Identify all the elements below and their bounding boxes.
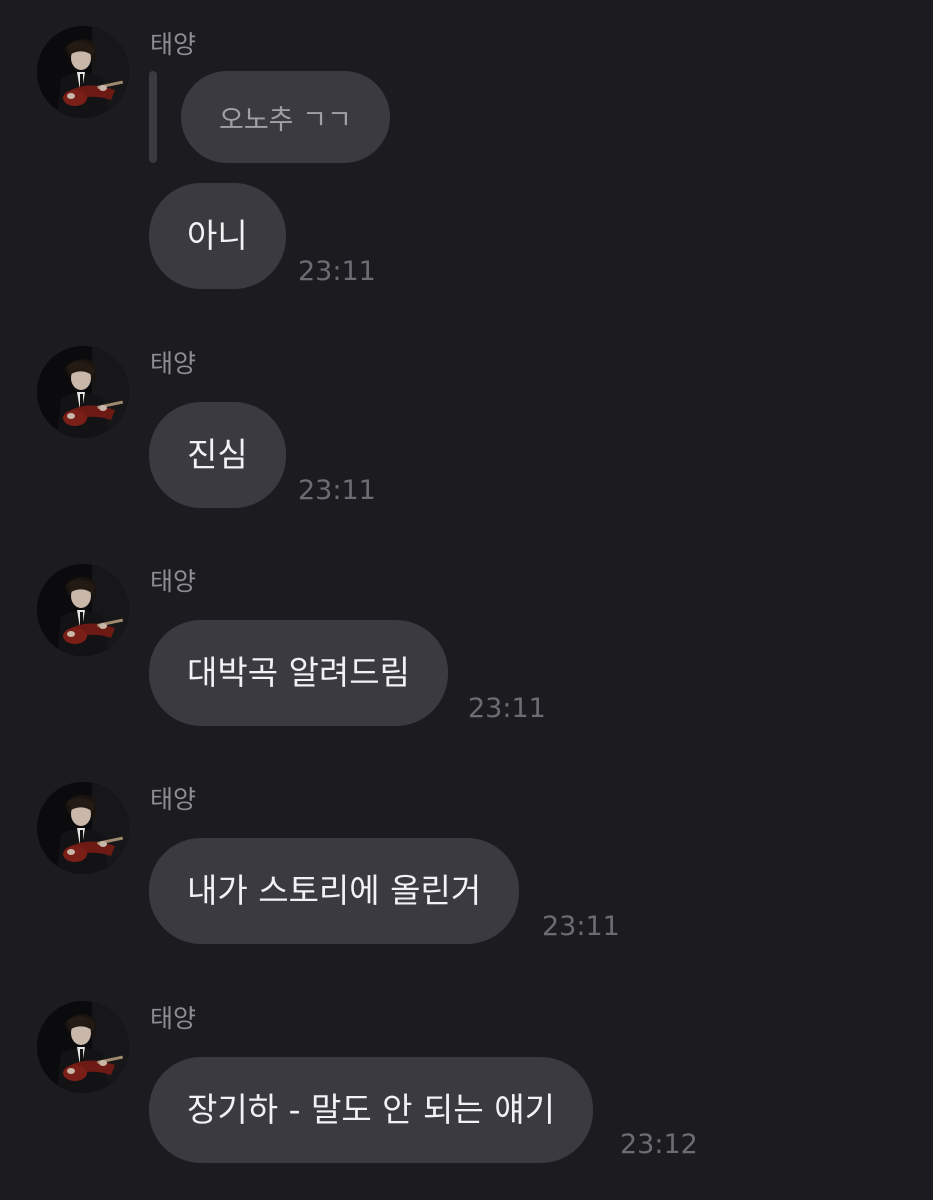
message-bubble[interactable]: 아니 (149, 183, 286, 289)
message-bubble[interactable]: 내가 스토리에 올린거 (149, 838, 520, 944)
profile-photo-icon (37, 1001, 129, 1093)
sender-name: 태양 (150, 567, 197, 596)
message-bubble[interactable]: 대박곡 알려드림 (149, 620, 449, 726)
profile-photo-icon (37, 782, 129, 874)
message-timestamp: 23:12 (620, 1129, 698, 1160)
reply-quote-bar (149, 71, 157, 163)
avatar[interactable] (37, 1001, 129, 1093)
avatar[interactable] (37, 26, 129, 118)
profile-photo-icon (37, 346, 129, 438)
message-timestamp: 23:11 (298, 475, 376, 506)
message-bubble[interactable]: 장기하 - 말도 안 되는 얘기 (149, 1057, 593, 1163)
avatar[interactable] (37, 564, 129, 656)
message-timestamp: 23:11 (298, 256, 376, 287)
message-bubble[interactable]: 진심 (149, 402, 286, 508)
message-timestamp: 23:11 (542, 911, 620, 942)
sender-name: 태양 (150, 349, 197, 378)
sender-name: 태양 (150, 30, 197, 59)
sender-name: 태양 (150, 785, 197, 814)
profile-photo-icon (37, 26, 129, 118)
chat-thread: 태양 오노추 ㄱㄱ 아니 23:11 태양 진심 23:11 태양 대박곡 알려… (0, 0, 933, 1200)
sender-name: 태양 (150, 1004, 197, 1033)
avatar[interactable] (37, 346, 129, 438)
avatar[interactable] (37, 782, 129, 874)
message-timestamp: 23:11 (468, 693, 546, 724)
profile-photo-icon (37, 564, 129, 656)
reply-quote-bubble[interactable]: 오노추 ㄱㄱ (181, 71, 390, 163)
